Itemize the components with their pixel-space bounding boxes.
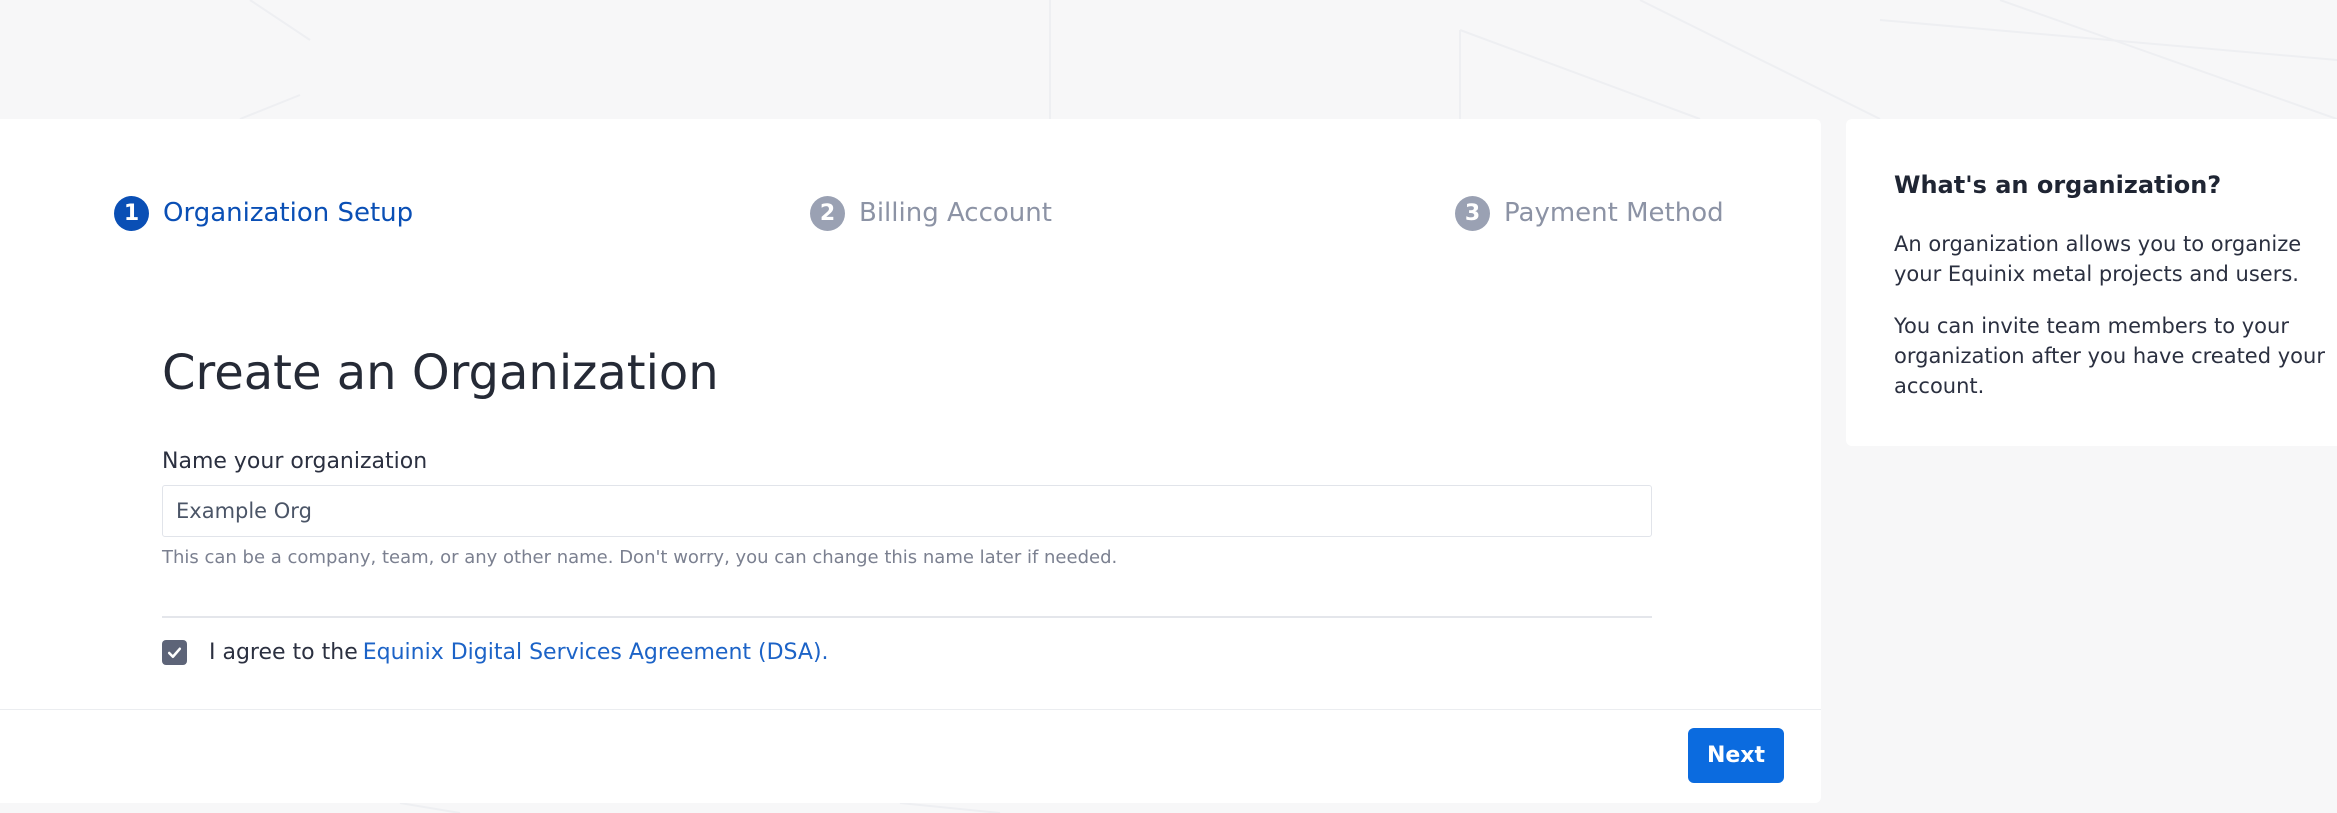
agree-checkbox[interactable]	[162, 639, 187, 665]
step-organization-setup[interactable]: 1 Organization Setup	[114, 193, 413, 233]
step-billing-account[interactable]: 2 Billing Account	[810, 193, 1052, 233]
step-label: Payment Method	[1504, 198, 1724, 228]
checkmark-icon	[167, 647, 182, 658]
agree-text: I agree to the	[209, 639, 358, 665]
info-panel-title: What's an organization?	[1894, 171, 2222, 199]
organization-name-input[interactable]	[162, 485, 1652, 537]
dsa-link[interactable]: Equinix Digital Services Agreement (DSA)…	[363, 640, 829, 665]
step-number: 2	[810, 195, 845, 231]
page-title: Create an Organization	[162, 345, 719, 401]
step-number: 3	[1455, 195, 1490, 231]
step-label: Organization Setup	[163, 198, 414, 228]
next-button[interactable]: Next	[1688, 728, 1784, 783]
step-payment-method[interactable]: 3 Payment Method	[1455, 193, 1724, 233]
info-panel: What's an organization? An organization …	[1846, 119, 2337, 446]
info-panel-paragraph: An organization allows you to organize y…	[1894, 232, 2302, 286]
organization-name-label: Name your organization	[162, 449, 428, 474]
stepper: 1 Organization Setup 2 Billing Account 3…	[0, 193, 1821, 233]
setup-card: 1 Organization Setup 2 Billing Account 3…	[0, 119, 1821, 803]
step-number: 1	[114, 195, 149, 231]
info-panel-paragraph: You can invite team members to your orga…	[1894, 314, 2325, 398]
step-label: Billing Account	[859, 198, 1052, 228]
organization-name-hint: This can be a company, team, or any othe…	[162, 547, 1118, 568]
divider	[162, 616, 1652, 618]
agreement-row: I agree to the Equinix Digital Services …	[162, 632, 829, 672]
footer-divider	[0, 709, 1821, 710]
